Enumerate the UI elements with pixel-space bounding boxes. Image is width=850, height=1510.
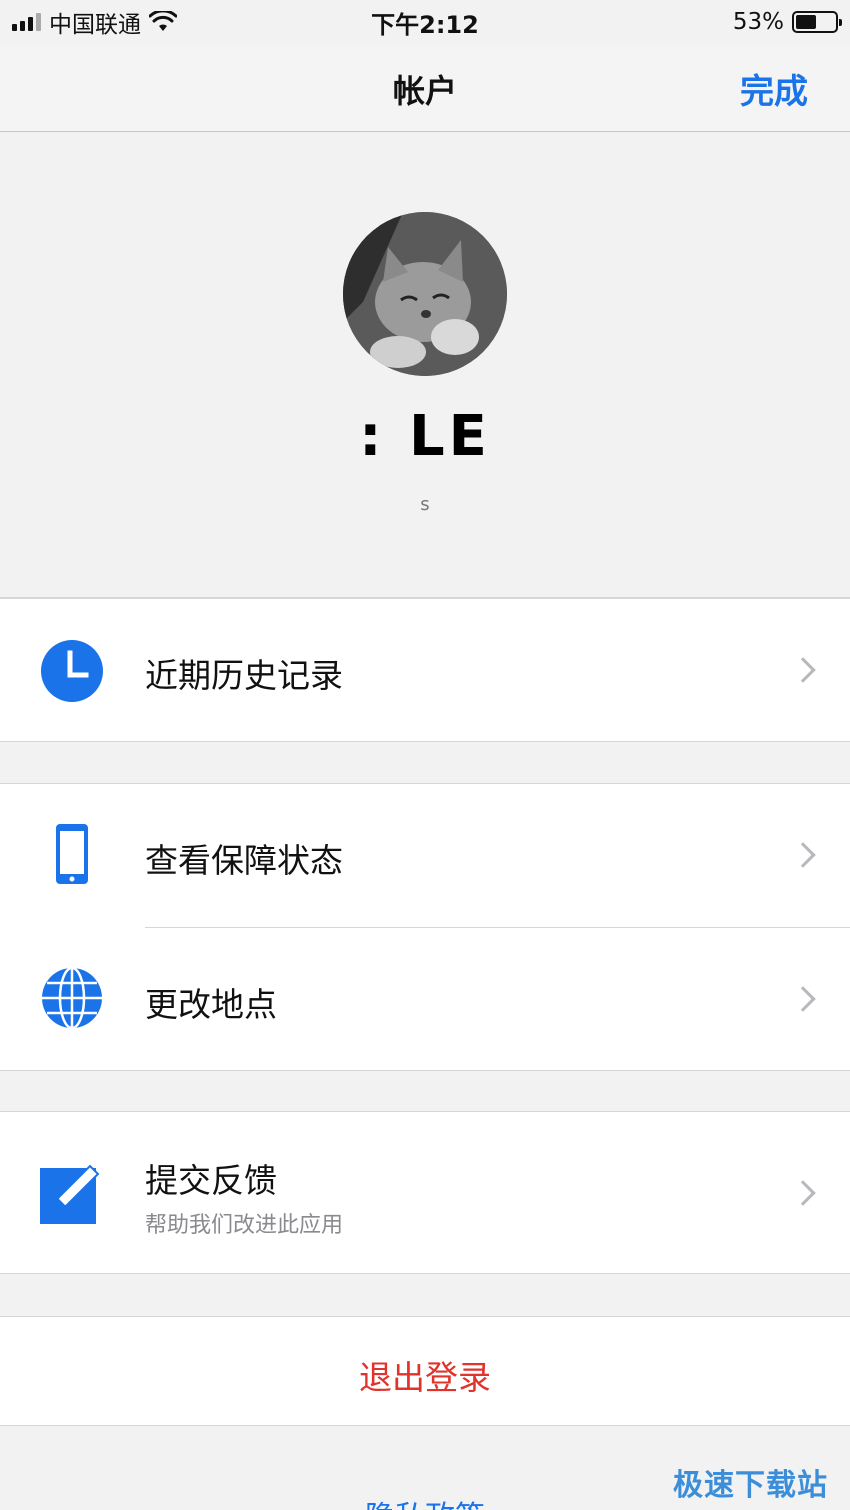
- watermark-text: 极速下载站: [673, 1468, 828, 1503]
- feedback-label: 提交反馈: [145, 1161, 277, 1200]
- profile-section: : LE s: [0, 132, 850, 598]
- clock-icon: [41, 640, 103, 702]
- menu-group-settings: 查看保障状态 更改地点: [0, 783, 850, 1071]
- feedback-row[interactable]: 提交反馈 帮助我们改进此应用: [0, 1112, 850, 1274]
- wifi-icon: [149, 11, 177, 31]
- user-subtitle: s: [420, 494, 430, 515]
- history-label: 近期历史记录: [145, 656, 343, 695]
- cat-photo-icon: [343, 212, 507, 376]
- navigation-bar: 帐户 完成: [0, 44, 850, 132]
- menu-group-history: 近期历史记录: [0, 598, 850, 742]
- edit-icon: [40, 1164, 100, 1224]
- chevron-right-icon: [790, 986, 816, 1012]
- protection-row[interactable]: 查看保障状态: [0, 784, 850, 926]
- clock-time: 下午2:12: [371, 10, 479, 39]
- location-row[interactable]: 更改地点: [0, 928, 850, 1070]
- signal-icon: [12, 13, 41, 31]
- phone-icon: [56, 824, 88, 884]
- logout-button[interactable]: 退出登录: [0, 1316, 850, 1426]
- done-button[interactable]: 完成: [740, 64, 808, 113]
- globe-icon: [42, 966, 102, 1030]
- battery-percent: 53%: [732, 9, 784, 35]
- username: : LE: [359, 404, 491, 469]
- battery-icon: [791, 11, 842, 33]
- chevron-right-icon: [790, 657, 816, 683]
- logout-label: 退出登录: [359, 1358, 491, 1397]
- location-label: 更改地点: [145, 985, 277, 1024]
- carrier-label: 中国联通: [49, 12, 141, 38]
- feedback-sublabel: 帮助我们改进此应用: [145, 1213, 344, 1238]
- protection-label: 查看保障状态: [145, 841, 343, 880]
- chevron-right-icon: [790, 1180, 816, 1206]
- status-bar: 中国联通 下午2:12 53%: [0, 0, 850, 44]
- avatar[interactable]: [343, 212, 507, 376]
- menu-group-feedback: 提交反馈 帮助我们改进此应用: [0, 1111, 850, 1274]
- history-row[interactable]: 近期历史记录: [0, 599, 850, 741]
- chevron-right-icon: [790, 842, 816, 868]
- page-title: 帐户: [392, 72, 457, 110]
